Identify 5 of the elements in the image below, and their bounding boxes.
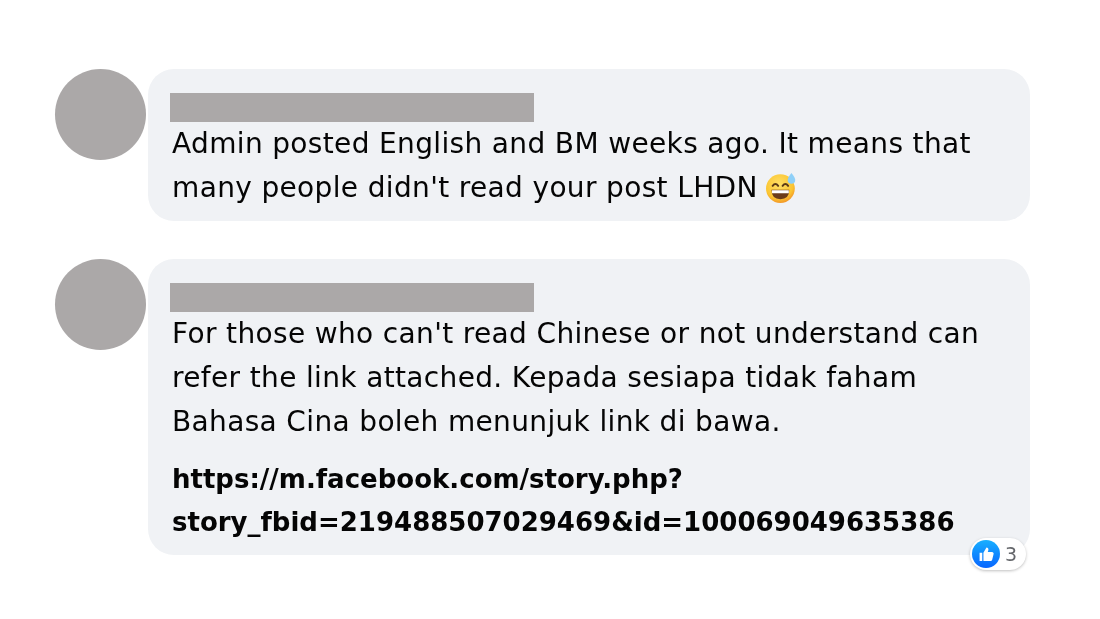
reaction-count-pill[interactable]: 3 <box>969 538 1026 570</box>
comment-text: Admin posted English and BM weeks ago. It means that many people didn't read your post LHDN <box>172 127 971 204</box>
thumbs-up-icon <box>971 540 1000 568</box>
reaction-count: 3 <box>1004 542 1017 566</box>
comment-text: For those who can't read Chinese or not understand can refer the link attached. Kepada sesiapa tidak faham Bahasa Cina boleh menunjuk link di bawa. <box>172 317 980 438</box>
